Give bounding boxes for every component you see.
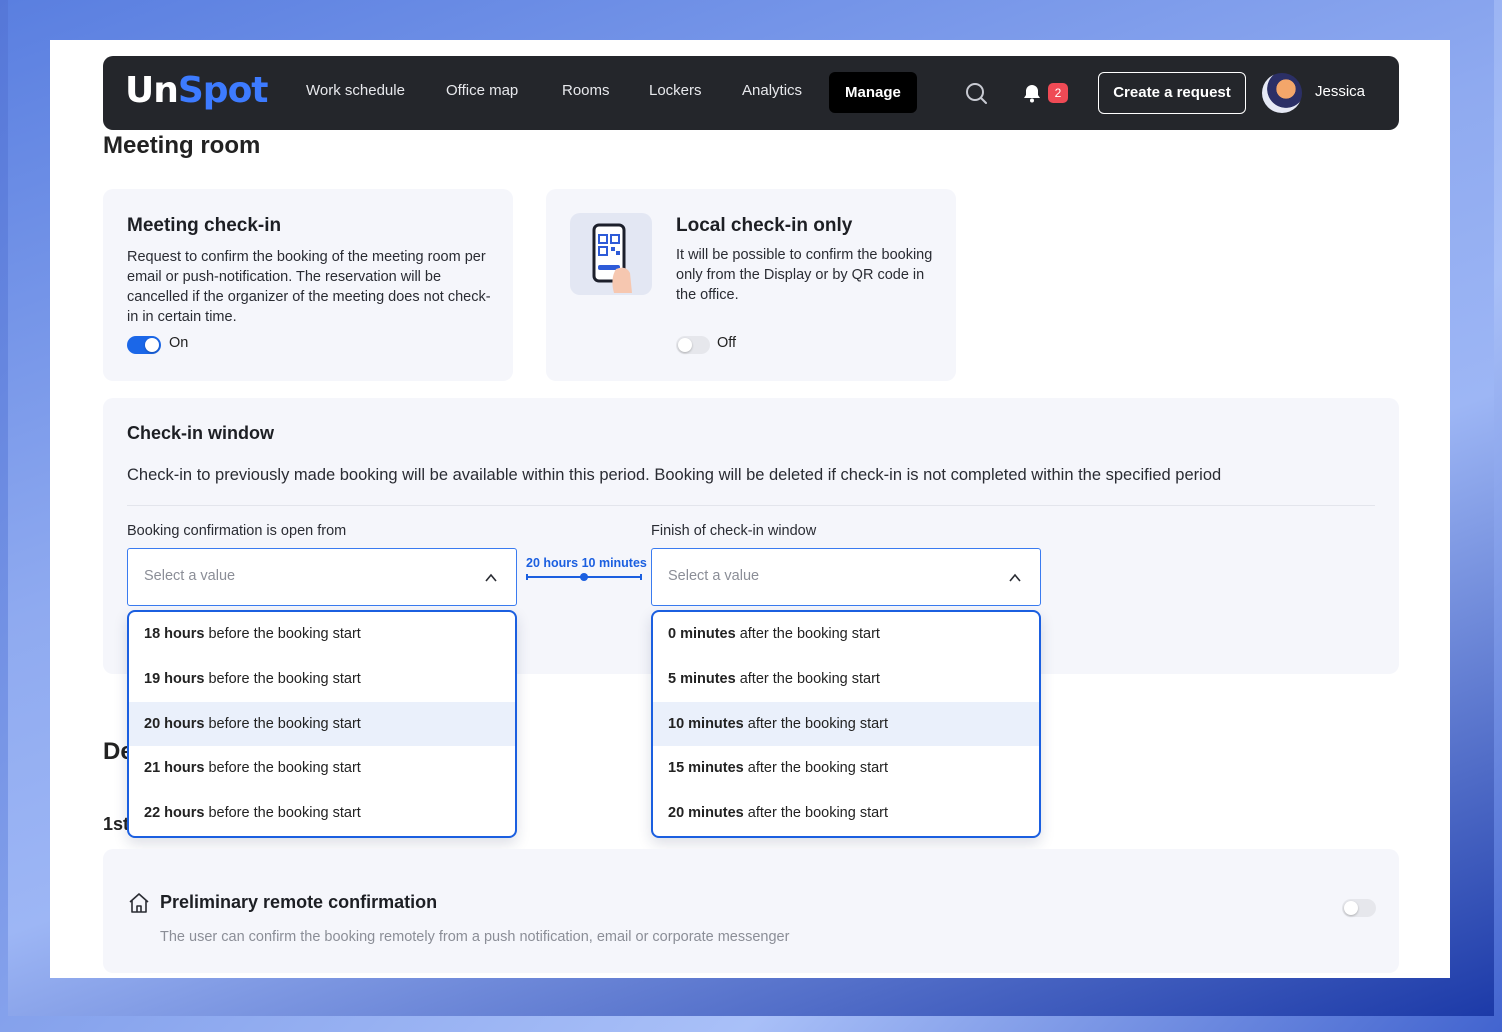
chevron-up-icon[interactable]	[484, 571, 498, 585]
logo-spot: Spot	[177, 70, 269, 111]
logo[interactable]: UnSpot	[125, 70, 269, 111]
logo-un: Un	[125, 70, 179, 111]
finish-option[interactable]: 0 minutes after the booking start	[653, 612, 1039, 657]
notification-badge: 2	[1048, 83, 1068, 103]
nav-rooms[interactable]: Rooms	[562, 82, 610, 99]
from-option[interactable]: 22 hours before the booking start	[129, 791, 515, 836]
meeting-checkin-toggle[interactable]	[127, 336, 161, 354]
local-checkin-card: Local check-in only It will be possible …	[546, 189, 956, 381]
local-checkin-toggle[interactable]	[676, 336, 710, 354]
finish-option[interactable]: 20 minutes after the booking start	[653, 791, 1039, 836]
create-request-button[interactable]: Create a request	[1098, 72, 1246, 114]
nav-manage[interactable]: Manage	[829, 72, 917, 113]
from-option-highlighted[interactable]: 20 hours before the booking start	[129, 701, 515, 747]
preliminary-description: The user can confirm the booking remotel…	[160, 929, 790, 945]
from-dropdown-list: 18 hours before the booking start 19 hou…	[127, 610, 517, 838]
local-checkin-description: It will be possible to confirm the booki…	[676, 247, 933, 303]
chevron-up-icon[interactable]	[1008, 571, 1022, 585]
local-checkin-title: Local check-in only	[676, 215, 853, 236]
toggle-knob	[1344, 901, 1358, 915]
toggle-knob	[678, 338, 692, 352]
local-checkin-toggle-label: Off	[717, 335, 737, 351]
meeting-checkin-card: Meeting check-in Request to confirm the …	[103, 189, 513, 381]
from-field-label: Booking confirmation is open from	[127, 523, 347, 539]
finish-field-label: Finish of check-in window	[651, 523, 817, 539]
user-name[interactable]: Jessica	[1315, 83, 1365, 100]
nav-work-schedule[interactable]: Work schedule	[306, 82, 405, 99]
nav-lockers[interactable]: Lockers	[649, 82, 702, 99]
from-select[interactable]: Select a value	[127, 548, 517, 606]
from-option[interactable]: 18 hours before the booking start	[129, 612, 515, 657]
subheading-fragment: 1st	[103, 814, 130, 834]
finish-dropdown-list: 0 minutes after the booking start 5 minu…	[651, 610, 1041, 838]
preliminary-card: Preliminary remote confirmation The user…	[103, 849, 1399, 973]
from-select-placeholder: Select a value	[144, 568, 236, 584]
range-midpoint-dot	[580, 573, 588, 581]
range-start-tick	[526, 574, 528, 580]
checkin-window-description: Check-in to previously made booking will…	[127, 466, 1222, 484]
qr-phone-icon	[570, 213, 652, 295]
top-nav: UnSpot Work schedule Office map Rooms Lo…	[103, 56, 1399, 130]
home-icon	[129, 893, 149, 913]
finish-option-highlighted[interactable]: 10 minutes after the booking start	[653, 701, 1039, 747]
finish-option[interactable]: 15 minutes after the booking start	[653, 746, 1039, 791]
checkin-window-title: Check-in window	[127, 423, 275, 443]
toggle-knob	[145, 338, 159, 352]
range-end-tick	[640, 574, 642, 580]
finish-select-placeholder: Select a value	[668, 568, 760, 584]
search-icon[interactable]	[965, 82, 987, 104]
preliminary-toggle[interactable]	[1342, 899, 1376, 917]
bell-icon[interactable]	[1021, 82, 1043, 104]
divider	[127, 505, 1375, 506]
meeting-checkin-title: Meeting check-in	[127, 215, 282, 236]
finish-select[interactable]: Select a value	[651, 548, 1041, 606]
finish-option[interactable]: 5 minutes after the booking start	[653, 657, 1039, 702]
preliminary-title: Preliminary remote confirmation	[160, 892, 438, 912]
meeting-checkin-description: Request to confirm the booking of the me…	[127, 249, 491, 325]
app-page: UnSpot Work schedule Office map Rooms Lo…	[50, 40, 1450, 978]
avatar[interactable]	[1262, 73, 1302, 113]
range-duration-label: 20 hours 10 minutes	[526, 556, 647, 570]
nav-office-map[interactable]: Office map	[446, 82, 518, 99]
meeting-checkin-toggle-label: On	[169, 335, 189, 351]
from-option[interactable]: 21 hours before the booking start	[129, 746, 515, 791]
qr-phone-illustration	[592, 223, 632, 293]
page-title: Meeting room	[103, 132, 261, 159]
nav-analytics[interactable]: Analytics	[742, 82, 802, 99]
from-option[interactable]: 19 hours before the booking start	[129, 657, 515, 702]
